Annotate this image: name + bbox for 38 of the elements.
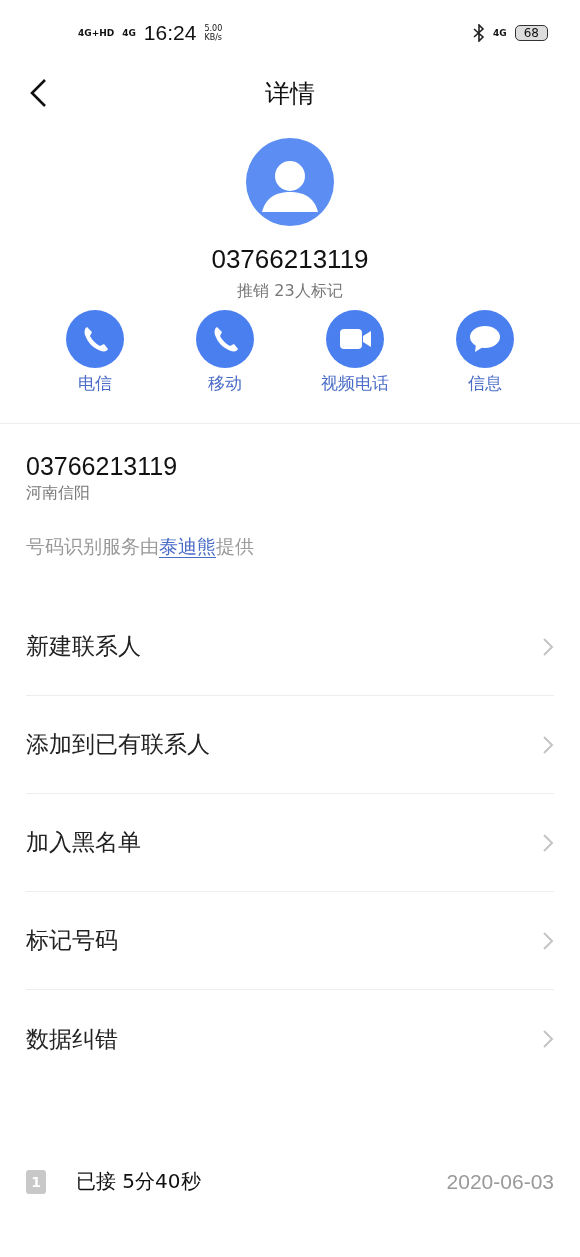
provider-note: 提供: [216, 535, 254, 557]
chevron-right-icon: [542, 832, 554, 853]
phone-icon: [66, 310, 124, 368]
menu-item[interactable]: 新建联系人: [26, 598, 554, 696]
chat-bubble-icon: [456, 310, 514, 368]
battery-indicator: 68: [514, 25, 548, 41]
phone-number: 03766213119: [211, 244, 369, 275]
menu-item[interactable]: 标记号码: [26, 892, 554, 990]
call-result: 已接 5分40秒: [76, 1168, 201, 1195]
phone-number: 03766213119: [26, 452, 179, 481]
action-button[interactable]: 信息: [430, 310, 540, 395]
call-date: 2020-06-03: [446, 1169, 554, 1194]
chevron-right-icon: [542, 930, 554, 951]
action-button[interactable]: 视频电话: [300, 310, 410, 395]
network-label: 4G: [493, 28, 507, 38]
provider-link[interactable]: 泰迪熊: [159, 535, 216, 558]
clock: 16:24: [143, 21, 197, 45]
signal-label: 4G: [122, 28, 136, 38]
phone-icon: [196, 310, 254, 368]
action-button[interactable]: 电信: [40, 310, 150, 395]
chevron-right-icon: [542, 734, 554, 755]
video-camera-icon: [326, 310, 384, 368]
signal-label: 4G+HD: [78, 28, 115, 38]
location: 河南信阳: [26, 483, 91, 504]
back-icon: [28, 78, 48, 108]
chevron-right-icon: [542, 636, 554, 657]
provider-note: 号码识别服务由: [26, 535, 159, 557]
bluetooth-icon: [473, 24, 486, 42]
menu-item[interactable]: 添加到已有联系人: [26, 696, 554, 794]
menu-item[interactable]: 加入黑名单: [26, 794, 554, 892]
chevron-right-icon: [542, 1029, 554, 1049]
action-button[interactable]: 移动: [170, 310, 280, 395]
speed-value: 5.00: [204, 24, 223, 33]
spam-tag: 推销 23人标记: [237, 281, 343, 302]
speed-unit: KB/s: [204, 33, 223, 42]
menu-item[interactable]: 数据纠错: [26, 990, 554, 1088]
page-title: 详情: [265, 77, 315, 110]
avatar-icon: [246, 138, 334, 226]
